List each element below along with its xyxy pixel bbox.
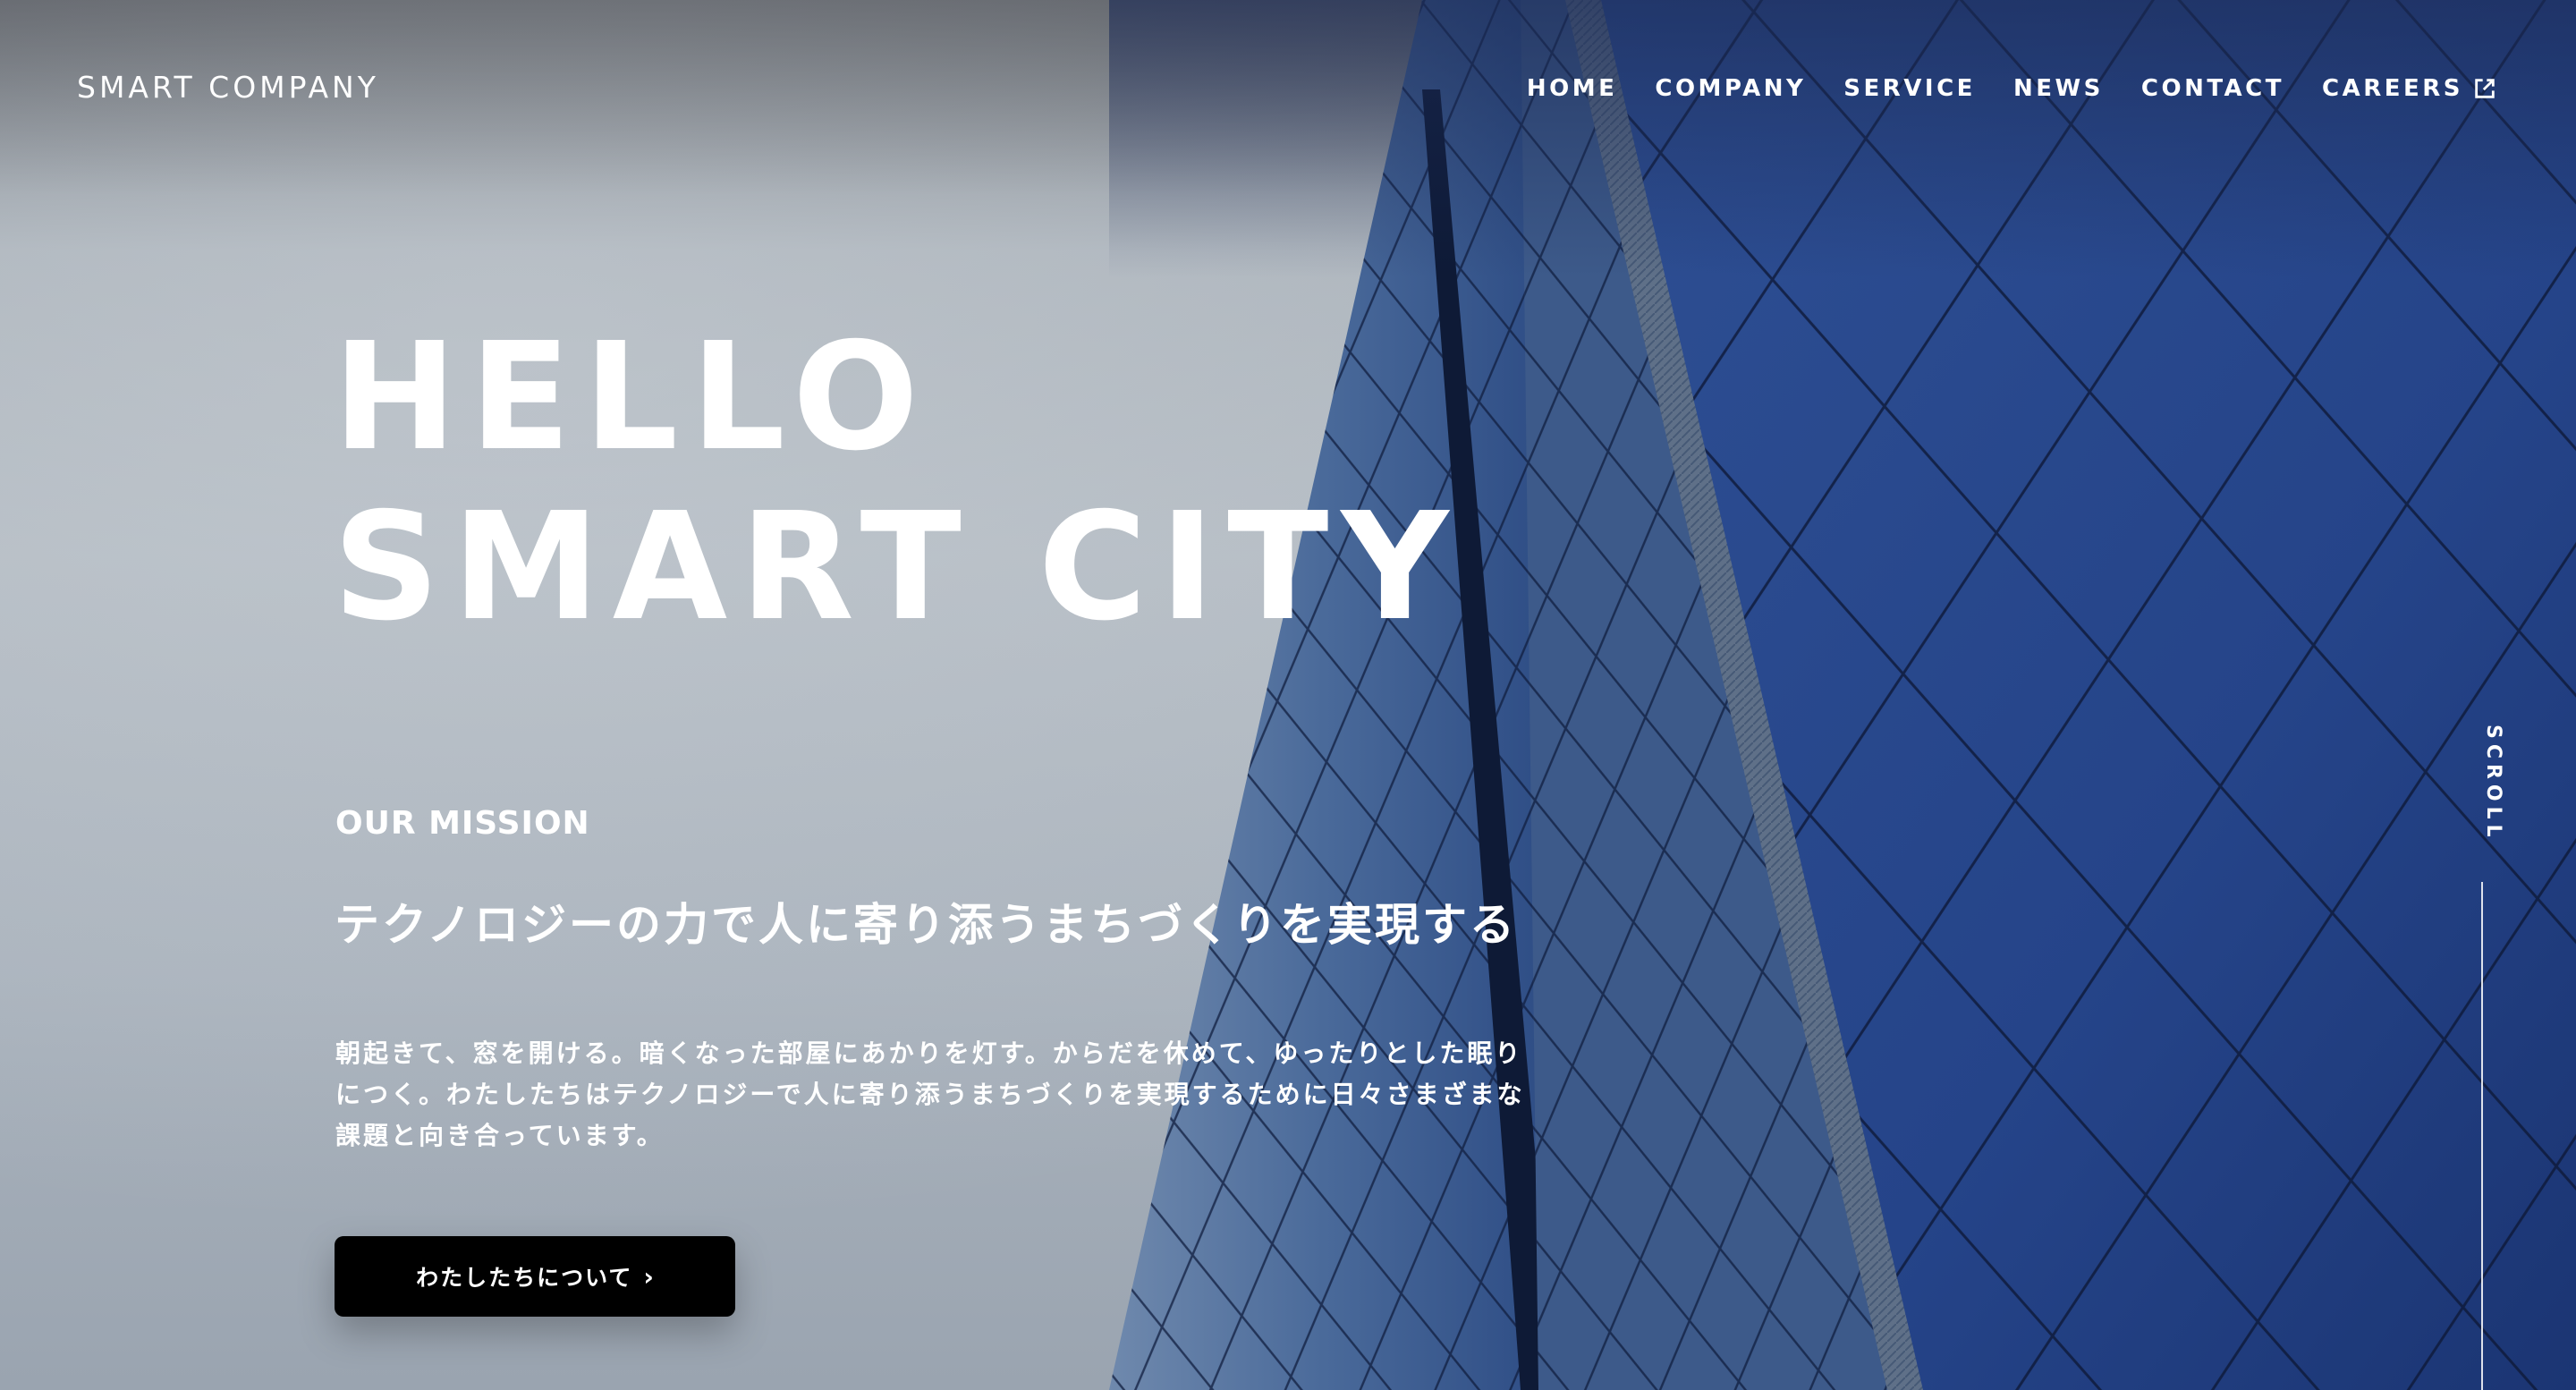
about-us-button-label: わたしたちについて	[416, 1265, 633, 1291]
nav-service-label: SERVICE	[1843, 75, 1976, 102]
nav-news[interactable]: NEWS	[2013, 75, 2104, 102]
site-logo[interactable]: SMART COMPANY	[77, 70, 379, 105]
nav-careers-label: CAREERS	[2322, 75, 2463, 102]
nav-news-label: NEWS	[2012, 75, 2104, 102]
nav-home[interactable]: HOME	[1527, 75, 1618, 102]
nav-careers[interactable]: CAREERS	[2322, 75, 2497, 102]
building-image	[1109, 0, 2576, 1390]
hero-title: HELLO SMART CITY	[333, 313, 1462, 653]
about-us-button[interactable]: わたしたちについて ›	[335, 1236, 735, 1317]
nav-home-label: HOME	[1526, 75, 1618, 102]
page: SMART COMPANY HOME COMPANY SERVICE NEWS …	[0, 0, 2576, 1390]
nav-contact[interactable]: CONTACT	[2141, 75, 2284, 102]
mission-label: OUR MISSION	[335, 805, 590, 842]
main-nav: HOME COMPANY SERVICE NEWS CONTACT CAREER…	[1489, 75, 2497, 102]
scroll-label[interactable]: SCROLL	[2482, 725, 2504, 843]
mission-heading: テクノロジーの力で人に寄り添うまちづくりを実現する	[335, 899, 1517, 951]
nav-contact-label: CONTACT	[2140, 75, 2284, 102]
nav-company-label: COMPANY	[1655, 75, 1807, 102]
mission-body: 朝起きて、窓を開ける。暗くなった部屋にあかりを灯す。からだを休めて、ゆったりとし…	[335, 1038, 1525, 1150]
hero-title-line1: HELLO	[333, 311, 932, 484]
nav-service[interactable]: SERVICE	[1843, 75, 1976, 102]
nav-company[interactable]: COMPANY	[1655, 75, 1806, 102]
scroll-line	[2481, 882, 2483, 1390]
chevron-right-icon: ›	[643, 1261, 654, 1292]
external-link-icon	[2475, 79, 2495, 98]
hero-title-line2: SMART CITY	[333, 481, 1462, 654]
